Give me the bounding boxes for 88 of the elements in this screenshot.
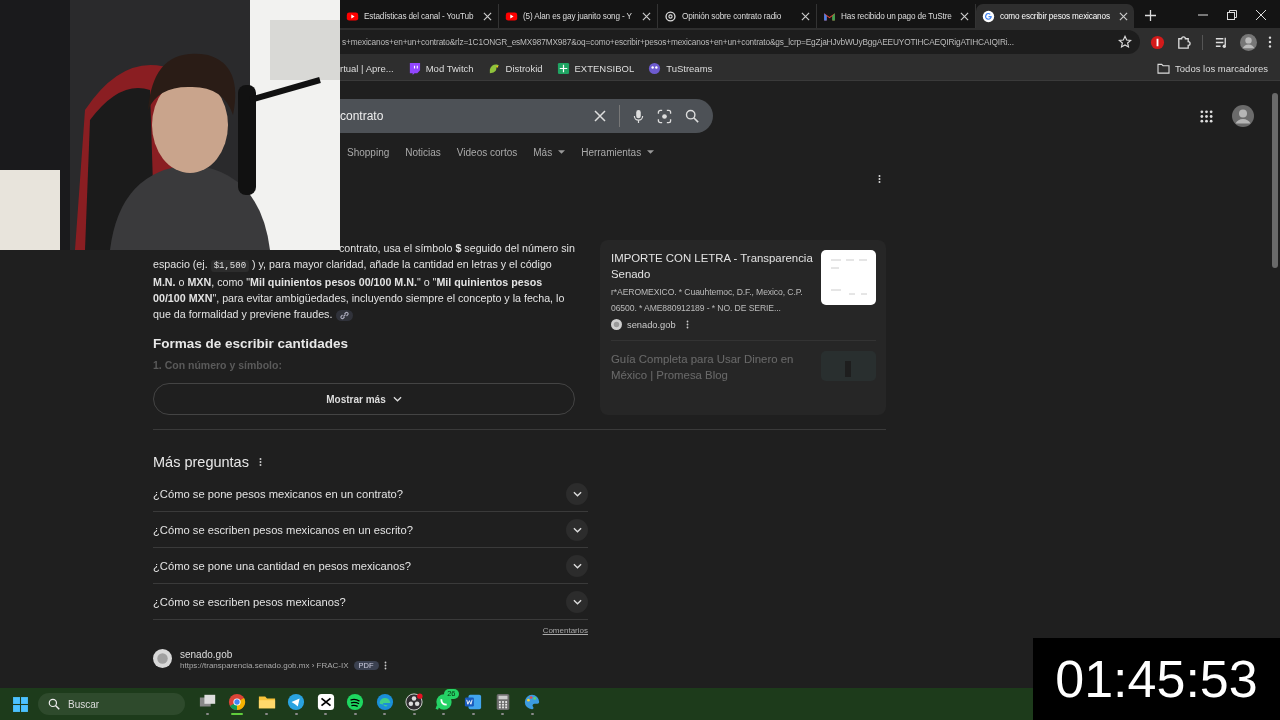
browser-tab[interactable]: como escribir pesos mexicanos xyxy=(976,4,1134,28)
result-url[interactable]: https://transparencia.senado.gob.mx › FRAC-IX xyxy=(180,661,349,670)
microphone-icon[interactable] xyxy=(633,108,644,124)
close-icon[interactable] xyxy=(642,11,651,21)
mascot-icon xyxy=(648,61,662,75)
bookmark[interactable]: TuStreams xyxy=(648,61,713,75)
play-icon xyxy=(346,9,359,23)
puzzle-icon[interactable] xyxy=(1176,34,1191,50)
music-icon[interactable] xyxy=(346,693,365,711)
chevron-down-icon xyxy=(392,396,402,402)
close-icon[interactable] xyxy=(1256,10,1266,20)
bookmark[interactable]: Distrokid xyxy=(487,61,543,75)
tab-title: Estadísticas del canal - YouTub xyxy=(364,11,475,21)
tab-title: como escribir pesos mexicanos xyxy=(1000,11,1111,21)
tab-title: Has recibido un pago de TuStre xyxy=(841,11,953,21)
profile-avatar[interactable] xyxy=(1240,33,1257,51)
record-icon[interactable] xyxy=(405,693,424,711)
extension-icon[interactable] xyxy=(1150,34,1165,50)
search-filter-tab[interactable]: Videos cortos xyxy=(456,147,518,158)
more-options-icon[interactable] xyxy=(878,174,881,184)
bookmark[interactable]: EXTENSIBOL xyxy=(556,61,635,75)
site-name[interactable]: senado.gob xyxy=(180,649,387,660)
apps-grid-icon[interactable] xyxy=(1200,109,1213,123)
search-filter-tab[interactable]: Shopping xyxy=(347,147,390,158)
question-text[interactable]: ¿Cómo se escriben pesos mexicanos? xyxy=(153,595,346,608)
section-heading: Formas de escribir cantidades xyxy=(153,336,350,351)
folder-icon xyxy=(1157,62,1171,74)
paper-plane-icon[interactable] xyxy=(287,693,306,711)
address-bar[interactable]: s+mexicanos+en+un+contrato&rlz=1C1ONGR_esMX987MX987&oq=como+escribir+pesos+mexicanos+en+un+contrato&gs_lcrp=EgZjaHJvbWUyBggAEEUYOTIHCAEQIRigATIHCAIQIRi... xyxy=(340,30,1140,54)
source-snippet: r*AEROMEXICO. * Cuauhtemoc, D.F., Mexico, C.P. 06500. * AME880912189 - * NO. DE SERIE... xyxy=(611,286,804,315)
profile-avatar[interactable] xyxy=(1232,105,1254,127)
chat-icon[interactable] xyxy=(434,693,453,711)
timer-overlay: 01:45:53 xyxy=(1033,638,1280,720)
tab-title: (5) Alan es gay juanito song - Y xyxy=(523,11,633,21)
feedback-link[interactable]: Comentarios xyxy=(542,626,588,635)
site-logo-icon xyxy=(153,649,172,668)
more-options-icon[interactable] xyxy=(258,457,262,467)
restore-icon[interactable] xyxy=(1227,10,1237,20)
site-name: senado.gob xyxy=(627,319,676,330)
expand-icon[interactable] xyxy=(566,554,588,577)
search-filter-tab[interactable]: Más xyxy=(533,147,553,158)
more-options-icon[interactable] xyxy=(383,661,387,670)
google-icon xyxy=(982,9,995,23)
search-input[interactable]: Buscar xyxy=(68,698,158,710)
document-icon[interactable] xyxy=(464,693,483,711)
expand-icon[interactable] xyxy=(566,590,588,613)
search-input[interactable]: contrato xyxy=(340,109,581,123)
bookmark[interactable]: Mod Twitch xyxy=(407,61,474,75)
chat-icon xyxy=(407,61,421,75)
expand-icon[interactable] xyxy=(566,518,588,541)
search-filter-tab[interactable]: Herramientas xyxy=(581,147,642,158)
section-heading: Más preguntas xyxy=(153,454,249,470)
close-icon[interactable] xyxy=(483,11,492,21)
expand-icon[interactable] xyxy=(566,482,588,505)
link-icon[interactable] xyxy=(336,309,354,321)
site-logo-icon xyxy=(611,319,622,330)
show-more-button[interactable]: Mostrar más xyxy=(153,383,575,415)
bookmark[interactable]: rtual | Apre... xyxy=(340,62,394,74)
list-item: 1. Con número y símbolo: xyxy=(153,359,283,373)
document-thumbnail xyxy=(821,250,876,305)
question-text[interactable]: ¿Cómo se pone una cantidad en pesos mexicanos? xyxy=(153,559,412,572)
clear-icon[interactable] xyxy=(594,110,606,122)
palette-icon[interactable] xyxy=(523,693,542,711)
answer-paragraph: contrato, usa el símbolo $ seguido del número sin espacio (ej. $1,500 ) y, para mayor claridad, añade la cantidad en letras y el código M.N. o MXN, como "Mil quinientos pesos 00/100 M.N." o "Mil quinientos pesos 00/100 MXN", para evitar ambigüedades, incluyendo siempre el concepto y la fecha, lo que da formalidad y previene fraudes. xyxy=(153,241,575,322)
bookmarks-folder[interactable]: Todos los marcadores xyxy=(1157,62,1268,74)
question-text[interactable]: ¿Cómo se pone pesos mexicanos en un contrato? xyxy=(153,487,403,500)
search-icon[interactable] xyxy=(48,698,60,710)
spreadsheet-icon xyxy=(556,61,570,75)
browser-icon[interactable] xyxy=(228,693,247,711)
camera-icon[interactable] xyxy=(657,108,672,124)
close-icon[interactable] xyxy=(801,11,810,21)
new-tab-icon[interactable] xyxy=(1145,10,1156,21)
source-title[interactable]: IMPORTE CON LETRA - Transparencia Senado xyxy=(611,250,813,282)
close-icon[interactable] xyxy=(1119,11,1128,21)
search-icon[interactable] xyxy=(685,109,699,123)
more-options-icon[interactable] xyxy=(685,320,689,329)
taskbar-search-field[interactable]: Buscar xyxy=(38,693,185,715)
close-icon[interactable] xyxy=(960,11,969,21)
play-icon xyxy=(505,9,518,23)
search-filter-tab[interactable]: Noticias xyxy=(405,147,441,158)
tab-title: Opinión sobre contrato radio xyxy=(682,11,783,21)
start-icon[interactable] xyxy=(12,695,29,713)
question-text[interactable]: ¿Cómo se escriben pesos mexicanos en un escrito? xyxy=(153,523,413,536)
caret-icon[interactable] xyxy=(558,150,566,155)
caret-icon[interactable] xyxy=(647,150,655,155)
search-field[interactable]: contrato xyxy=(340,99,713,133)
star-icon[interactable] xyxy=(1118,35,1132,49)
menu-icon[interactable] xyxy=(1268,35,1272,49)
